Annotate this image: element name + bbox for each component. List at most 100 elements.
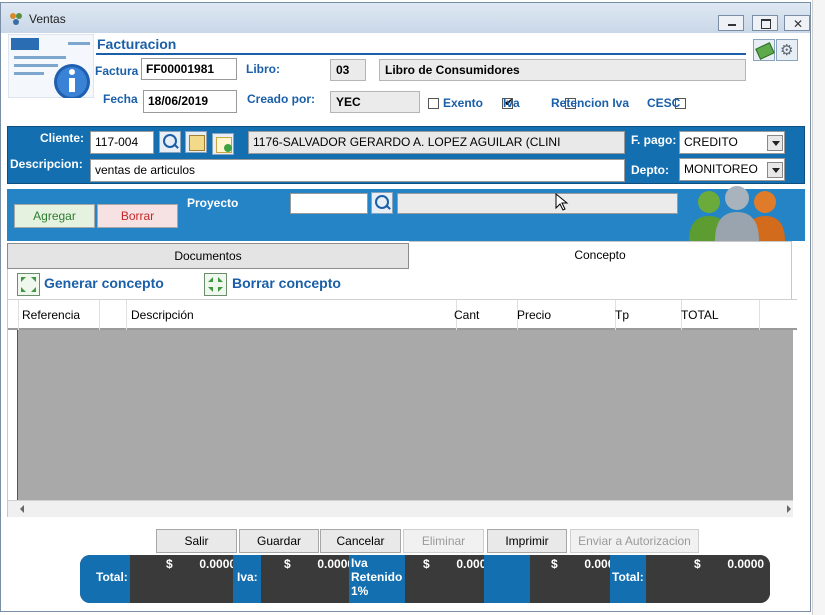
- column-header-tp[interactable]: Tp: [611, 300, 682, 330]
- iva-retenido-label: Iva Retenido 1%: [351, 556, 403, 598]
- iva-retenido-value-cell: $ 0.0000: [405, 555, 493, 603]
- collapse-icon: [204, 273, 227, 296]
- libro-name-field[interactable]: Libro de Consumidores: [379, 59, 746, 81]
- iva-label: Iva: [503, 96, 520, 110]
- scroll-left-icon[interactable]: [20, 505, 24, 513]
- agregar-button[interactable]: Agregar: [14, 204, 95, 228]
- concepto-grid: Referencia Descripción Cant Precio Tp TO…: [8, 299, 797, 517]
- extra-value-cell: $ 0.0000: [530, 555, 621, 603]
- exento-label: Exento: [443, 96, 484, 110]
- total-label-cell: Total:: [80, 555, 130, 603]
- cliente-add-button[interactable]: [212, 133, 234, 155]
- iva-retenido-value: $ 0.0000: [423, 557, 494, 571]
- total2-value: $ 0.0000: [694, 557, 765, 571]
- tab-documentos-label: Documentos: [174, 249, 242, 263]
- edit-icon: [189, 135, 205, 151]
- borrar-concepto-label: Borrar concepto: [232, 275, 341, 291]
- retencion-label: Retencion Iva: [551, 96, 630, 110]
- tab-concepto[interactable]: Concepto: [409, 241, 792, 269]
- cliente-name-field[interactable]: 1176-SALVADOR GERARDO A. LOPEZ AGUILAR (…: [248, 131, 625, 154]
- expand-icon: [17, 273, 40, 296]
- totals-bar: Total: $ 0.0000 Iva: $ 0.0000 Iva Reteni…: [80, 555, 770, 603]
- fecha-field[interactable]: 18/06/2019: [143, 90, 237, 113]
- app-icon: [9, 12, 23, 26]
- proyecto-name-field[interactable]: [397, 193, 678, 214]
- factura-label: Factura: [95, 64, 139, 78]
- depto-dropdown-button[interactable]: [767, 162, 783, 178]
- descripcion-field[interactable]: ventas de articulos: [90, 159, 625, 182]
- cliente-edit-button[interactable]: [185, 131, 207, 153]
- column-header-precio[interactable]: Precio: [513, 300, 616, 330]
- generar-concepto-label: Generar concepto: [44, 275, 164, 291]
- close-button[interactable]: ✕: [784, 15, 810, 31]
- scroll-right-icon[interactable]: [787, 505, 791, 513]
- grid-header: Referencia Descripción Cant Precio Tp TO…: [8, 299, 797, 330]
- total2-value-cell: $ 0.0000: [646, 555, 770, 603]
- descripcion-label: Descripcion:: [10, 157, 83, 171]
- creado-field[interactable]: YEC: [330, 91, 420, 113]
- proyecto-search-button[interactable]: [371, 192, 393, 214]
- section-title-underline: [96, 53, 746, 55]
- eliminar-button[interactable]: Eliminar: [403, 529, 484, 553]
- borrar-concepto-button[interactable]: Borrar concepto: [204, 273, 354, 297]
- cliente-code-field[interactable]: 117-004: [90, 131, 154, 154]
- cancelar-button[interactable]: Cancelar: [320, 529, 401, 553]
- depto-label: Depto:: [631, 163, 669, 177]
- cash-icon: [755, 42, 775, 60]
- iva-value: $ 0.0000: [284, 557, 355, 571]
- grid-row-selector-column: [8, 330, 18, 500]
- section-title: Facturacion: [97, 36, 177, 52]
- column-header-referencia[interactable]: Referencia: [18, 300, 100, 330]
- column-header-descripcion[interactable]: Descripción: [126, 300, 457, 330]
- gear-icon: ⚙: [780, 42, 794, 59]
- proyecto-label: Proyecto: [187, 196, 239, 210]
- total-value-cell: $ 0.0000: [130, 555, 237, 603]
- iva-value-cell: $ 0.0000: [261, 555, 354, 603]
- proyecto-field[interactable]: [290, 193, 368, 214]
- enviar-autorizacion-button[interactable]: Enviar a Autorizacion: [570, 529, 699, 553]
- column-header-cant[interactable]: Cant: [450, 300, 518, 330]
- cash-icon-button[interactable]: [753, 39, 775, 61]
- blank-label-cell: [484, 555, 530, 603]
- minimize-button[interactable]: [718, 15, 744, 31]
- fecha-label: Fecha: [103, 92, 138, 106]
- horizontal-scrollbar[interactable]: [8, 500, 793, 517]
- salir-button[interactable]: Salir: [156, 529, 237, 553]
- cliente-label: Cliente:: [40, 131, 85, 145]
- fpago-dropdown-button[interactable]: [767, 135, 783, 151]
- minimize-icon: [728, 24, 736, 26]
- info-illustration: [7, 33, 95, 100]
- column-header-total[interactable]: TOTAL: [677, 300, 760, 330]
- total-label: Total:: [96, 570, 128, 584]
- window-title: Ventas: [29, 12, 66, 26]
- tab-concepto-label: Concepto: [574, 248, 626, 262]
- chevron-down-icon: [772, 168, 780, 173]
- maximize-button[interactable]: [752, 15, 778, 31]
- iva-retenido-label-cell: Iva Retenido 1%: [349, 555, 405, 603]
- total-value: $ 0.0000: [166, 557, 237, 571]
- guardar-button[interactable]: Guardar: [239, 529, 319, 553]
- creado-label: Creado por:: [247, 92, 316, 106]
- exento-checkbox[interactable]: [428, 98, 439, 109]
- settings-icon-button[interactable]: ⚙: [776, 39, 798, 61]
- close-icon: ✕: [793, 17, 804, 31]
- generar-concepto-button[interactable]: Generar concepto: [17, 273, 177, 297]
- factura-field[interactable]: FF00001981: [141, 58, 237, 80]
- cesc-label: CESC: [647, 96, 681, 110]
- title-bar: Ventas ✕: [1, 3, 810, 33]
- iva-label-cell: Iva:: [233, 555, 261, 603]
- cliente-search-button[interactable]: [159, 131, 181, 153]
- libro-code-field[interactable]: 03: [330, 59, 366, 81]
- grid-body: [18, 330, 793, 500]
- maximize-icon: [761, 19, 771, 29]
- mouse-cursor-icon: [555, 192, 569, 211]
- info-icon: [50, 64, 51, 65]
- total2-label: Total:: [612, 570, 644, 584]
- borrar-button[interactable]: Borrar: [97, 204, 178, 228]
- tab-documentos[interactable]: Documentos: [7, 243, 409, 269]
- fpago-label: F. pago:: [631, 133, 677, 147]
- imprimir-button[interactable]: Imprimir: [487, 529, 567, 553]
- iva-total-label: Iva:: [237, 570, 258, 584]
- libro-label: Libro:: [246, 62, 280, 76]
- users-illustration: [685, 186, 791, 241]
